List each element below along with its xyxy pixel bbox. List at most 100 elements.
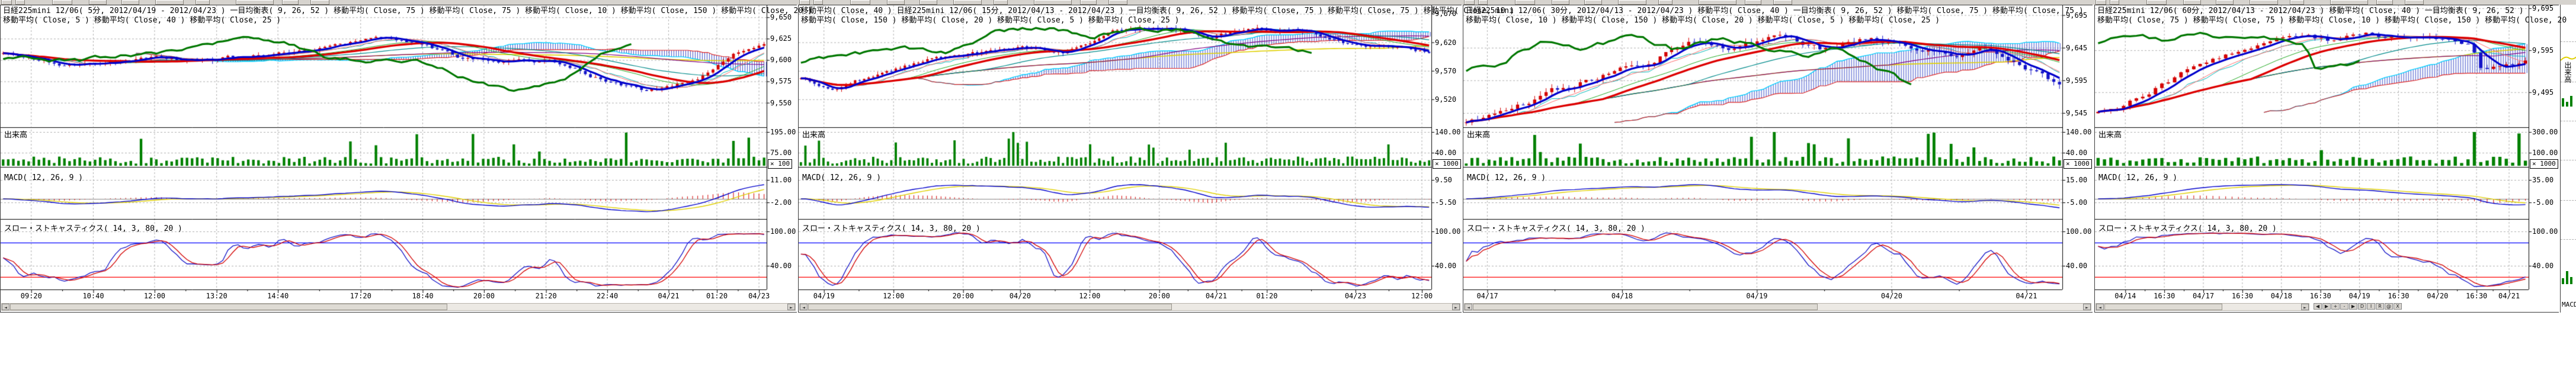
chart-tool-button[interactable]: I <box>2367 303 2375 310</box>
toolbar-button-fragment[interactable] <box>799 0 810 5</box>
toolbar-button-fragment[interactable] <box>2146 0 2167 5</box>
volume-axis-label: 300.00 <box>2532 128 2558 136</box>
toolbar-button-fragment[interactable] <box>850 0 870 5</box>
toolbar-button-fragment[interactable] <box>236 0 274 5</box>
gridline-fragment <box>2561 41 2576 42</box>
chart-tool-button[interactable]: - <box>2340 303 2348 310</box>
chart-tool-button[interactable]: ◀ <box>2314 303 2322 310</box>
toolbar-button-fragment[interactable] <box>994 0 1008 5</box>
chart-canvas[interactable] <box>799 5 1462 312</box>
macd-section-label: MACD( 12, 26, 9 ) <box>2098 173 2177 182</box>
time-axis-label: 04/18 <box>1611 292 1633 300</box>
toolbar-button-fragment[interactable] <box>813 0 823 5</box>
toolbar-button-fragment[interactable] <box>1745 0 1761 5</box>
stoch-axis-label: 40.00 <box>2532 262 2553 270</box>
price-axis-label: 9,695 <box>2532 4 2553 12</box>
scrollbar-thumb[interactable] <box>10 304 447 310</box>
chart-canvas[interactable] <box>1 5 797 312</box>
toolbar-button-fragment[interactable] <box>1 0 12 5</box>
chart-tool-button[interactable]: D <box>2358 303 2366 310</box>
toolbar-button-fragment[interactable] <box>196 0 210 5</box>
toolbar-button-fragment[interactable] <box>1478 0 1488 5</box>
toolbar-button-fragment[interactable] <box>282 0 299 5</box>
scrollbar-right-arrow-icon[interactable]: ► <box>2301 304 2309 310</box>
scrollbar-right-arrow-icon[interactable]: ► <box>787 304 795 310</box>
toolbar-button-fragment[interactable] <box>2250 0 2278 5</box>
scrollbar-left-arrow-icon[interactable]: ◄ <box>2096 304 2104 310</box>
toolbar-button-fragment[interactable] <box>155 0 184 5</box>
toolbar-button-fragment[interactable] <box>919 0 937 5</box>
time-axis-label: 04/19 <box>813 292 835 300</box>
price-axis-label: 9,570 <box>1435 67 1456 75</box>
price-axis-label: 9,545 <box>2066 109 2087 117</box>
toolbar-button-fragment[interactable] <box>2216 0 2234 5</box>
toolbar-button-fragment[interactable] <box>1773 0 1792 5</box>
price-axis-label: 9,650 <box>770 13 792 21</box>
empty-desktop-area <box>0 313 2576 367</box>
scrollbar-thumb[interactable] <box>2104 304 2222 310</box>
scrollbar-left-arrow-icon[interactable]: ◄ <box>1465 304 1472 310</box>
toolbar-button-fragment[interactable] <box>2376 0 2393 5</box>
scrollbar-left-arrow-icon[interactable]: ◄ <box>800 304 808 310</box>
horizontal-scrollbar[interactable]: ◄ ► <box>1 303 796 311</box>
stoch-axis-label: 100.00 <box>2066 227 2091 236</box>
chart-panel: 移動平均( Close, 40 ) 日経225mini 12/06( 15分, … <box>798 5 1462 313</box>
toolbar-button-fragment[interactable] <box>2405 0 2424 5</box>
horizontal-scrollbar[interactable]: ◄ ► <box>799 303 1460 311</box>
scrollbar-right-arrow-icon[interactable]: ► <box>1452 304 1460 310</box>
scrollbar-thumb[interactable] <box>1473 304 1818 310</box>
toolbar-button-fragment[interactable] <box>953 0 982 5</box>
chart-canvas[interactable] <box>2095 5 2559 312</box>
volume-bar-fragment <box>2570 277 2572 284</box>
toolbar-button-fragment[interactable] <box>1618 0 1646 5</box>
time-axis-label: 18:40 <box>412 292 433 300</box>
chart-canvas[interactable] <box>1463 5 2093 312</box>
toolbar-button-fragment[interactable] <box>2096 0 2106 5</box>
horizontal-scrollbar[interactable]: ◄ ► <box>2096 303 2309 311</box>
toolbar-button-fragment[interactable] <box>310 0 329 5</box>
price-axis-label: 9,595 <box>2066 76 2087 85</box>
toolbar-button-fragment[interactable] <box>1658 0 1673 5</box>
toolbar-button-fragment[interactable] <box>1080 0 1097 5</box>
toolbar-button-fragment[interactable] <box>121 0 139 5</box>
toolbar-button-fragment[interactable] <box>1108 0 1127 5</box>
chart-tool-button[interactable]: X <box>2394 303 2402 310</box>
toolbar-button-fragment[interactable] <box>1584 0 1602 5</box>
stoch-section-label: スロー・ストキャスティクス( 14, 3, 80, 20 ) <box>1467 222 1645 233</box>
chart-tool-button[interactable]: + <box>2331 303 2340 310</box>
toolbar-button-fragment[interactable] <box>89 0 107 5</box>
horizontal-scrollbar[interactable]: ◄ ► <box>1464 303 2091 311</box>
toolbar-button-fragment[interactable] <box>1515 0 1535 5</box>
chart-title-line2: 移動平均( Close, 150 ) 移動平均( Close, 20 ) 移動平… <box>801 16 1179 25</box>
price-axis-label: 9,595 <box>2532 46 2553 54</box>
toolbar-button-fragment[interactable] <box>1699 0 1736 5</box>
chart-tool-button[interactable]: ▶ <box>2349 303 2357 310</box>
chart-tool-button[interactable]: @ <box>2385 303 2393 310</box>
scrollbar-right-arrow-icon[interactable]: ► <box>2083 304 2091 310</box>
toolbar-button-fragment[interactable] <box>1552 0 1569 5</box>
toolbar-button-fragment[interactable] <box>887 0 905 5</box>
volume-axis-label: 195.00 <box>770 128 796 136</box>
price-axis-label: 9,645 <box>2066 44 2087 52</box>
volume-axis-label: 100.00 <box>2532 149 2558 157</box>
chart-title-line2: 移動平均( Close, 10 ) 移動平均( Close, 150 ) 移動平… <box>1466 16 1940 25</box>
chart-tool-button[interactable]: ▶ <box>2322 303 2331 310</box>
macd-section-label: MACD( 12, 26, 9 ) <box>802 173 881 182</box>
scrollbar-left-arrow-icon[interactable]: ◄ <box>2 304 9 310</box>
toolbar-button-fragment[interactable] <box>15 0 25 5</box>
toolbar-button-fragment[interactable] <box>2290 0 2304 5</box>
toolbar-button-fragment[interactable] <box>2183 0 2201 5</box>
gridline-fragment <box>2561 239 2576 240</box>
toolbar-button-fragment[interactable] <box>2110 0 2119 5</box>
chart-tool-button[interactable]: R <box>2376 303 2384 310</box>
toolbar-button-fragment[interactable] <box>1034 0 1072 5</box>
scrollbar-thumb[interactable] <box>808 304 1172 310</box>
toolbar-button-fragment[interactable] <box>2330 0 2368 5</box>
toolbar-button-fragment[interactable] <box>1464 0 1475 5</box>
stoch-axis-label: 40.00 <box>770 262 792 270</box>
macd-axis-label: 9.50 <box>1435 176 1452 184</box>
volume-multiplier-box: × 1000 <box>2530 159 2558 169</box>
chart-panel: 日経225mini 12/06( 30分, 2012/04/13 - 2012/… <box>1463 5 2093 313</box>
chart-panel: 日経225mini 12/06( 60分, 2012/04/13 - 2012/… <box>2094 5 2559 313</box>
toolbar-button-fragment[interactable] <box>52 0 72 5</box>
